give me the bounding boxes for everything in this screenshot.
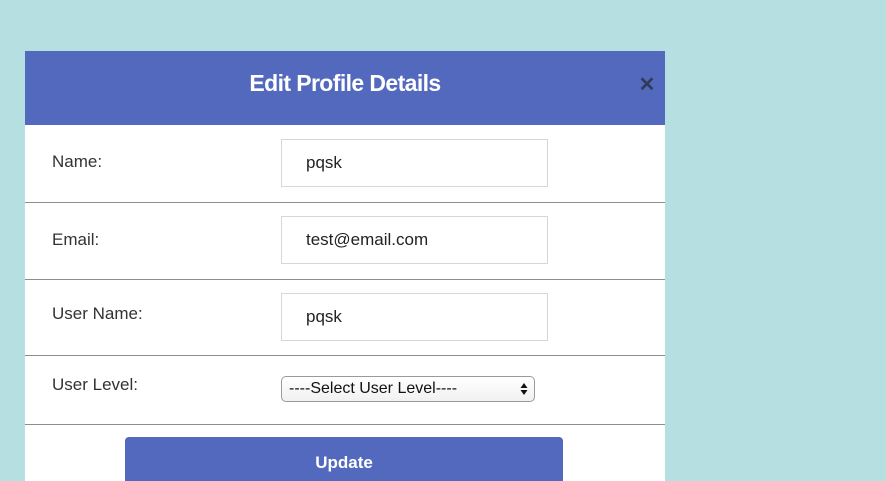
user-level-select[interactable]: ----Select User Level----: [281, 376, 535, 402]
email-label: Email:: [52, 230, 100, 249]
username-label: User Name:: [52, 304, 143, 323]
select-arrows-icon: [520, 383, 528, 395]
modal-title: Edit Profile Details: [249, 70, 441, 96]
update-button[interactable]: Update: [125, 437, 563, 481]
form-row-username: User Name:: [25, 280, 665, 356]
form-row-email: Email:: [25, 203, 665, 280]
name-label: Name:: [52, 152, 103, 171]
close-icon[interactable]: ✕: [637, 74, 657, 96]
modal-header: Edit Profile Details ✕: [25, 51, 665, 125]
user-level-selected: ----Select User Level----: [289, 380, 458, 397]
email-field[interactable]: [281, 216, 548, 264]
edit-profile-modal: Edit Profile Details ✕ Name: Email: User…: [25, 51, 665, 481]
name-field[interactable]: [281, 139, 548, 187]
form-row-user-level: User Level: ----Select User Level----: [25, 356, 665, 425]
username-field[interactable]: [281, 293, 548, 341]
form-row-name: Name:: [25, 125, 665, 203]
user-level-label: User Level:: [52, 375, 138, 394]
